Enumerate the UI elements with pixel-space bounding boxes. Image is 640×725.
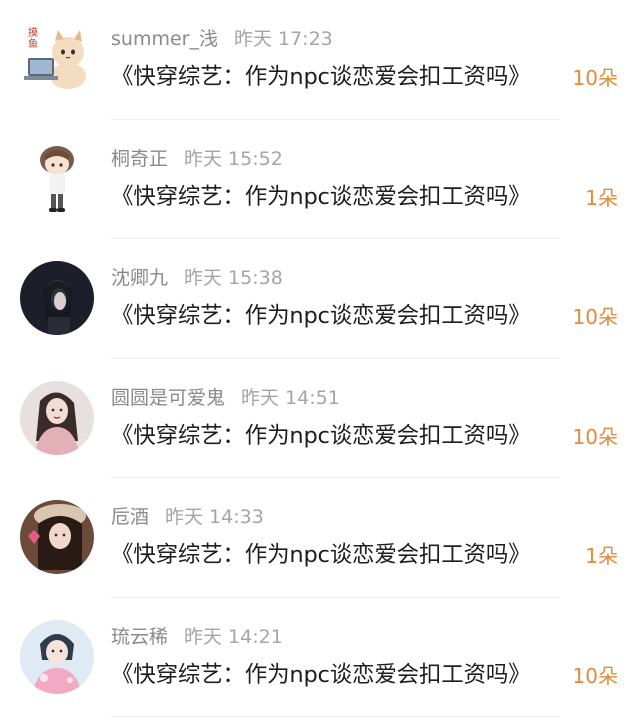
comment-text: 《快穿综艺：作为npc谈恋爱会扣工资吗》: [111, 64, 531, 90]
timestamp: 昨天 14:21: [184, 625, 283, 648]
comment-meta: 琉云稀 昨天 14:21: [111, 622, 283, 652]
comment-meta: 圆圆是可爱鬼 昨天 14:51: [111, 383, 340, 413]
timestamp: 昨天 17:23: [233, 28, 333, 50]
flower-count: 10朵: [572, 663, 618, 688]
username[interactable]: 圆圆是可爱鬼: [111, 387, 225, 409]
list-item[interactable]: 圆圆是可爱鬼 昨天 14:51 《快穿综艺：作为npc谈恋爱会扣工资吗》 10朵: [0, 359, 640, 478]
comment-text: 《快穿综艺：作为npc谈恋爱会扣工资吗》: [111, 183, 531, 210]
flower-count: 1朵: [585, 185, 618, 210]
comment-meta: summer_浅 昨天 17:23: [111, 24, 333, 54]
chibi-boy-avatar[interactable]: [20, 141, 94, 216]
username[interactable]: 琉云稀: [111, 626, 168, 648]
comment-list: 摸 鱼 summer_浅 昨天 17:23 《快穿综艺：作为npc谈恋爱会扣工资吗…: [0, 0, 640, 717]
hat-girl-avatar[interactable]: [20, 500, 94, 574]
divider: [111, 716, 560, 717]
flower-count: 10朵: [572, 424, 618, 449]
list-item[interactable]: 桐奇正 昨天 15:52 《快穿综艺：作为npc谈恋爱会扣工资吗》 1朵: [0, 120, 640, 239]
list-item[interactable]: 摸 鱼 summer_浅 昨天 17:23 《快穿综艺：作为npc谈恋爱会扣工资吗…: [0, 0, 640, 120]
comment-meta: 沈卿九 昨天 15:38: [111, 263, 283, 293]
comment-text: 《快穿综艺：作为npc谈恋爱会扣工资吗》: [111, 303, 531, 329]
flower-count: 10朵: [572, 66, 618, 90]
comment-text: 《快穿综艺：作为npc谈恋爱会扣工资吗》: [111, 422, 531, 449]
girl-portrait-avatar[interactable]: [20, 380, 94, 455]
list-item[interactable]: 卮酒 昨天 14:33 《快穿综艺：作为npc谈恋爱会扣工资吗》 1朵: [0, 478, 640, 598]
timestamp: 昨天 15:52: [184, 147, 283, 170]
cartoon-cat-avatar[interactable]: 摸 鱼: [20, 22, 94, 96]
pink-outfit-avatar[interactable]: [20, 619, 94, 694]
list-item[interactable]: 琉云稀 昨天 14:21 《快穿综艺：作为npc谈恋爱会扣工资吗》 10朵: [0, 598, 640, 717]
flower-count: 10朵: [572, 305, 618, 329]
dark-portrait-avatar[interactable]: [20, 261, 94, 335]
username[interactable]: 沈卿九: [111, 267, 168, 289]
svg-text:摸: 摸: [28, 27, 38, 39]
timestamp: 昨天 14:51: [241, 386, 340, 409]
timestamp: 昨天 15:38: [184, 267, 283, 289]
comment-text: 《快穿综艺：作为npc谈恋爱会扣工资吗》: [111, 542, 531, 568]
username[interactable]: summer_浅: [111, 28, 218, 50]
flower-count: 1朵: [585, 544, 618, 568]
comment-text: 《快穿综艺：作为npc谈恋爱会扣工资吗》: [111, 661, 531, 688]
comment-meta: 卮酒 昨天 14:33: [111, 502, 264, 532]
list-item[interactable]: 沈卿九 昨天 15:38 《快穿综艺：作为npc谈恋爱会扣工资吗》 10朵: [0, 239, 640, 359]
timestamp: 昨天 14:33: [165, 506, 264, 528]
comment-meta: 桐奇正 昨天 15:52: [111, 144, 283, 174]
svg-text:鱼: 鱼: [28, 37, 38, 50]
username[interactable]: 卮酒: [111, 506, 149, 528]
username[interactable]: 桐奇正: [111, 148, 168, 170]
